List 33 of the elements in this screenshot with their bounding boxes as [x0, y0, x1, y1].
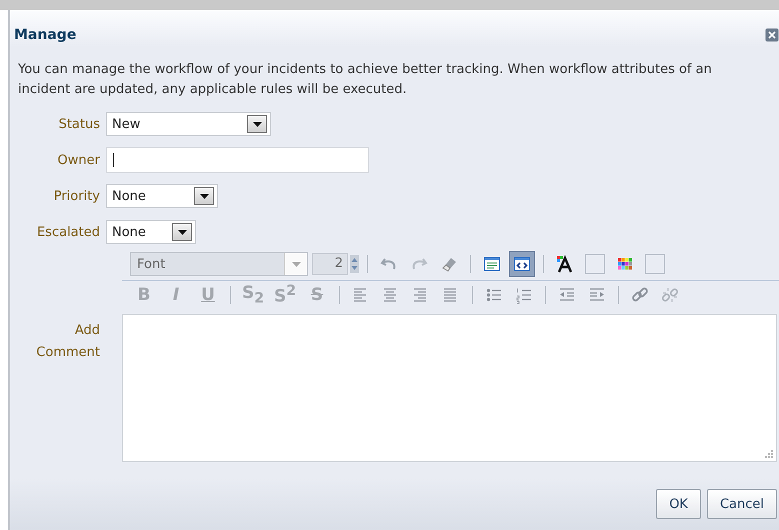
field-label: Escalated — [36, 224, 101, 240]
unlink-icon — [661, 286, 679, 304]
dialog-button[interactable]: OK — [656, 489, 701, 519]
owner-field[interactable] — [106, 147, 369, 173]
caret-icon — [252, 122, 262, 126]
comment-field[interactable] — [122, 314, 777, 462]
dialog-title: Manage — [14, 27, 76, 43]
color-swatch[interactable] — [645, 254, 665, 274]
design-view-icon — [483, 255, 501, 273]
dropdown[interactable]: None — [106, 184, 218, 208]
close-icon[interactable] — [765, 28, 779, 42]
caret-icon — [292, 262, 300, 266]
font-dropdown[interactable]: Font — [130, 252, 308, 276]
bullet-list-icon — [485, 286, 503, 304]
color-swatch[interactable] — [585, 254, 605, 274]
field-label: Owner — [56, 152, 101, 168]
caret-icon — [200, 194, 208, 198]
resize-grip-icon — [764, 449, 773, 458]
eraser-icon — [440, 255, 458, 273]
source-view-button[interactable] — [509, 251, 535, 277]
numbered-list-icon — [515, 286, 533, 304]
spinner-arrows-icon — [350, 255, 359, 273]
source-view-icon — [513, 255, 531, 273]
caret-icon — [178, 230, 186, 234]
dropdown[interactable]: New — [106, 112, 271, 136]
description-text: You can manage the workflow of your incidents to achieve better tracking. When workflow attributes of an incident are updated, any applicable rules will be executed. — [18, 61, 713, 99]
field-label: Priority — [52, 188, 101, 204]
link-icon — [631, 286, 649, 304]
text-color-icon — [556, 255, 574, 273]
field-label: Add Comment — [35, 322, 101, 362]
dialog-button[interactable]: Cancel — [706, 489, 777, 519]
field-label: Status — [58, 116, 101, 132]
dropdown[interactable]: None — [106, 220, 196, 244]
